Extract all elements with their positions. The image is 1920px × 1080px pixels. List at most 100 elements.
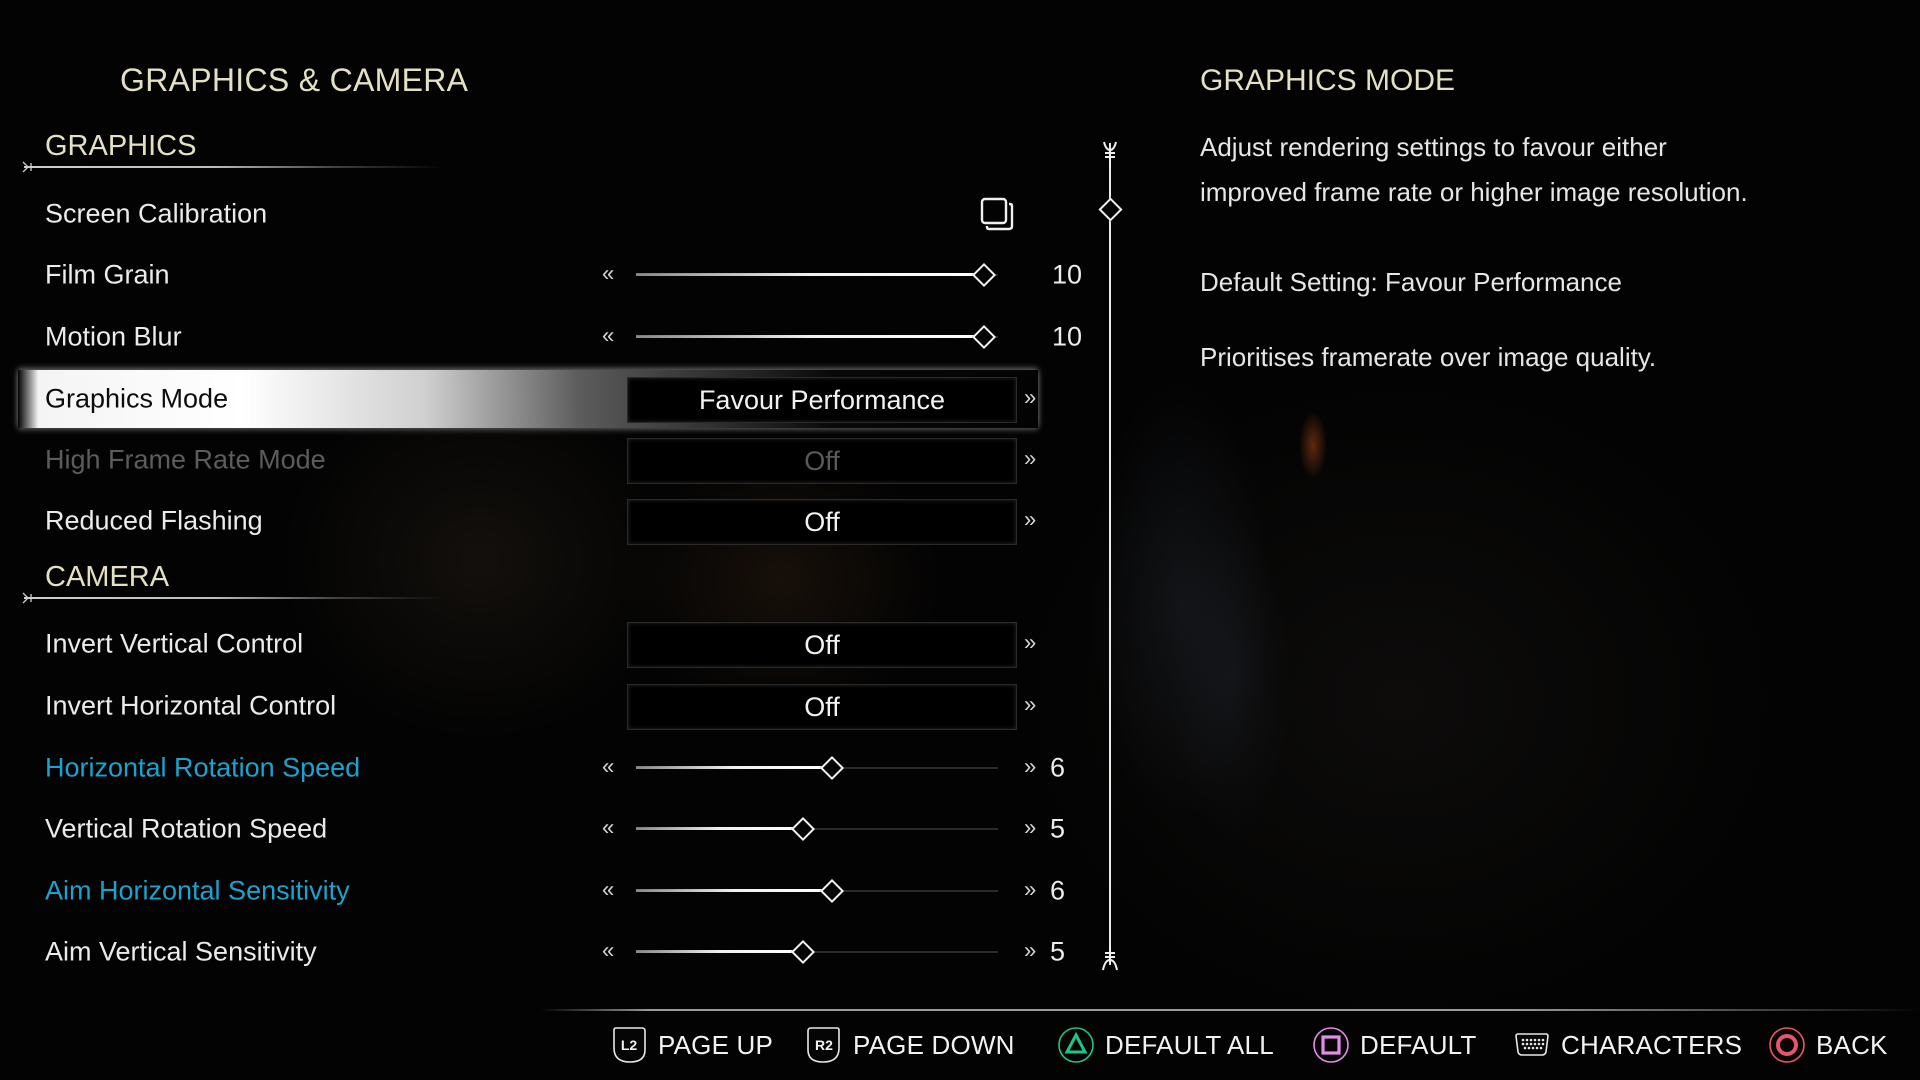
setting-row-invert-vertical-control[interactable]: Invert Vertical Control Off » — [0, 615, 1090, 673]
chevron-left-icon[interactable]: « — [602, 754, 614, 780]
prompt-label: CHARACTERS — [1561, 1029, 1743, 1060]
prompt-label: DEFAULT ALL — [1105, 1029, 1274, 1060]
slider-handle[interactable] — [819, 755, 845, 781]
slider-track[interactable] — [636, 878, 998, 904]
setting-label: Aim Horizontal Sensitivity — [45, 875, 350, 906]
chevron-left-icon[interactable]: « — [602, 323, 614, 349]
setting-row-horizontal-rotation-speed[interactable]: Horizontal Rotation Speed « » 6 — [0, 739, 1090, 797]
slider-handle[interactable] — [790, 939, 816, 965]
option-value: Off — [804, 629, 840, 660]
prompt-page-up[interactable]: L2 PAGE UP — [610, 1024, 773, 1066]
scrollbar-bottom-ornament-icon — [1096, 946, 1124, 972]
triangle-button-icon — [1058, 1027, 1094, 1063]
setting-row-motion-blur[interactable]: Motion Blur « 10 — [0, 308, 1090, 366]
option-value: Favour Performance — [698, 384, 946, 415]
page-title: GRAPHICS & CAMERA — [120, 62, 469, 98]
scrollbar-thumb[interactable] — [1098, 197, 1123, 222]
option-selector[interactable]: Off — [627, 684, 1017, 730]
prompt-label: DEFAULT — [1360, 1029, 1477, 1060]
chevron-right-icon[interactable]: » — [1024, 877, 1036, 903]
square-button-icon — [1313, 1027, 1349, 1063]
chevron-right-icon[interactable]: » — [1024, 815, 1036, 841]
chevron-right-icon[interactable]: » — [1024, 385, 1036, 411]
option-selector[interactable]: Off — [627, 622, 1017, 668]
chevron-right-icon[interactable]: » — [1024, 754, 1036, 780]
detail-description-line: Adjust rendering settings to favour eith… — [1200, 132, 1667, 162]
prompt-back[interactable]: BACK — [1768, 1024, 1888, 1066]
setting-row-vertical-rotation-speed[interactable]: Vertical Rotation Speed « » 5 — [0, 800, 1090, 858]
prompt-characters[interactable]: CHARACTERS — [1513, 1024, 1742, 1066]
detail-note: Prioritises framerate over image quality… — [1200, 342, 1657, 372]
section-divider — [24, 166, 444, 168]
prompt-page-down[interactable]: R2 PAGE DOWN — [805, 1024, 1015, 1066]
setting-row-aim-horizontal-sensitivity[interactable]: Aim Horizontal Sensitivity « » 6 — [0, 862, 1090, 920]
slider-fill — [636, 889, 832, 892]
prompt-label: PAGE DOWN — [853, 1029, 1015, 1060]
setting-label: Graphics Mode — [45, 383, 229, 414]
setting-row-invert-horizontal-control[interactable]: Invert Horizontal Control Off » — [0, 677, 1090, 735]
slider-value: 10 — [1052, 321, 1083, 352]
chevron-right-icon[interactable]: » — [1024, 630, 1036, 656]
slider-fill — [636, 335, 984, 338]
setting-row-film-grain[interactable]: Film Grain « 10 — [0, 246, 1090, 304]
detail-description-line: improved frame rate or higher image reso… — [1200, 177, 1748, 207]
section-header-camera: CAMERA — [45, 561, 170, 593]
touchpad-icon — [1515, 1033, 1549, 1056]
slider-track[interactable] — [636, 262, 998, 288]
setting-label: High Frame Rate Mode — [45, 444, 326, 475]
chevron-right-icon[interactable]: » — [1024, 507, 1036, 533]
prompt-label: BACK — [1816, 1029, 1888, 1060]
setting-row-graphics-mode[interactable]: Graphics Mode Favour Performance » — [0, 370, 1090, 428]
option-value: Off — [804, 691, 840, 722]
slider-handle[interactable] — [790, 816, 816, 842]
slider-fill — [636, 827, 803, 830]
chevron-right-icon[interactable]: » — [1024, 938, 1036, 964]
slider-handle[interactable] — [971, 262, 997, 288]
option-selector[interactable]: Off — [627, 499, 1017, 545]
setting-row-high-frame-rate-mode: High Frame Rate Mode Off » — [0, 431, 1090, 489]
chevron-left-icon[interactable]: « — [602, 938, 614, 964]
slider-value: 5 — [1050, 936, 1066, 967]
prompt-default[interactable]: DEFAULT — [1312, 1024, 1477, 1066]
slider-fill — [636, 766, 832, 769]
setting-row-screen-calibration[interactable]: Screen Calibration — [0, 185, 1090, 243]
slider-track[interactable] — [636, 324, 998, 350]
setting-label: Vertical Rotation Speed — [45, 813, 328, 844]
chevron-right-icon: » — [1024, 445, 1037, 471]
scrollbar-track[interactable] — [1109, 143, 1111, 965]
chevron-left-icon[interactable]: « — [602, 877, 614, 903]
scrollbar-top-ornament-icon — [1096, 140, 1124, 168]
chevron-left-icon[interactable]: « — [602, 815, 614, 841]
divider-ornament-icon — [22, 161, 36, 173]
slider-handle[interactable] — [971, 324, 997, 350]
svg-text:L2: L2 — [621, 1037, 638, 1053]
setting-row-aim-vertical-sensitivity[interactable]: Aim Vertical Sensitivity « » 5 — [0, 923, 1090, 981]
setting-label: Screen Calibration — [45, 198, 268, 229]
slider-track[interactable] — [636, 816, 998, 842]
option-selector: Off — [627, 438, 1017, 484]
chevron-right-icon[interactable]: » — [1024, 692, 1036, 718]
option-selector[interactable]: Favour Performance — [627, 377, 1017, 423]
setting-row-reduced-flashing[interactable]: Reduced Flashing Off » — [0, 492, 1090, 550]
slider-track[interactable] — [636, 755, 998, 781]
slider-value: 6 — [1050, 752, 1066, 783]
setting-label: Horizontal Rotation Speed — [45, 752, 361, 783]
option-value: Off — [804, 445, 840, 476]
copy-screens-icon[interactable] — [980, 197, 1014, 231]
slider-track[interactable] — [636, 939, 998, 965]
slider-fill — [636, 950, 803, 953]
prompt-default-all[interactable]: DEFAULT ALL — [1057, 1024, 1274, 1066]
footer-divider — [540, 1009, 1920, 1011]
section-header-graphics: GRAPHICS — [45, 130, 197, 162]
setting-label: Reduced Flashing — [45, 505, 263, 536]
prompt-label: PAGE UP — [658, 1029, 774, 1060]
divider-ornament-icon — [22, 592, 36, 604]
l2-trigger-icon: L2 — [613, 1027, 646, 1063]
slider-value: 6 — [1050, 875, 1066, 906]
setting-label: Aim Vertical Sensitivity — [45, 936, 317, 967]
circle-button-icon — [1769, 1027, 1805, 1063]
option-value: Off — [804, 506, 840, 537]
svg-text:R2: R2 — [815, 1037, 833, 1053]
chevron-left-icon[interactable]: « — [602, 261, 614, 287]
slider-handle[interactable] — [819, 878, 845, 904]
